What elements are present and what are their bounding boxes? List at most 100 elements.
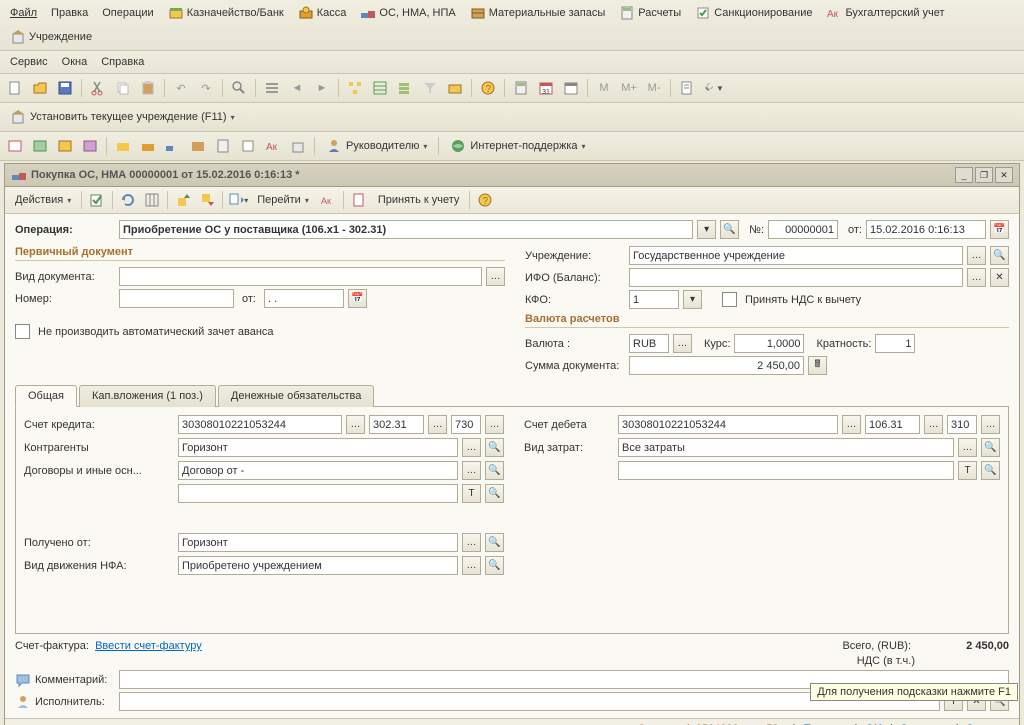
received-input[interactable]: Горизонт [178, 533, 458, 552]
paste-icon[interactable] [137, 77, 159, 99]
dt-up-icon[interactable] [172, 189, 194, 211]
doc-type-select-btn[interactable]: … [486, 267, 505, 286]
t3-5[interactable] [112, 135, 134, 157]
nfa-btn[interactable]: … [462, 556, 481, 575]
tree-icon[interactable] [344, 77, 366, 99]
cut-icon[interactable] [87, 77, 109, 99]
menu-sanction[interactable]: Санкционирование [689, 2, 818, 24]
menu-file[interactable]: Файл [4, 4, 43, 22]
t3-9[interactable] [212, 135, 234, 157]
menu-ops[interactable]: Операции [96, 4, 159, 22]
nfa-search-btn[interactable]: 🔍 [485, 556, 504, 575]
debit-code-input[interactable]: 310 [947, 415, 977, 434]
nfa-input[interactable]: Приобретено учреждением [178, 556, 458, 575]
save-icon[interactable] [54, 77, 76, 99]
close-btn[interactable]: ✕ [995, 167, 1013, 183]
kfo-dd-btn[interactable]: ▾ [683, 290, 702, 309]
minimize-btn[interactable]: _ [955, 167, 973, 183]
find-icon[interactable] [228, 77, 250, 99]
credit-code-input[interactable]: 730 [451, 415, 481, 434]
t3-10[interactable] [237, 135, 259, 157]
credit-sub-btn[interactable]: … [428, 415, 447, 434]
extra2-input[interactable] [618, 461, 954, 480]
menu-windows[interactable]: Окна [56, 53, 94, 71]
menu-inventory[interactable]: Материальные запасы [464, 2, 612, 24]
rate-input[interactable]: 1,0000 [734, 334, 804, 353]
inst-select-btn[interactable]: … [967, 246, 986, 265]
wrench-icon[interactable]: ▼ [701, 77, 723, 99]
operation-input[interactable]: Приобретение ОС у поставщика (106.x1 - 3… [119, 220, 693, 239]
actions-dd[interactable]: Действия▾ [9, 189, 77, 211]
dt-down-icon[interactable] [196, 189, 218, 211]
t3-11[interactable]: Aк [262, 135, 284, 157]
docsum-input[interactable]: 2 450,00 [629, 356, 804, 375]
dt-doc-icon[interactable] [348, 189, 370, 211]
debit-acc-input[interactable]: 30308010221053244 [618, 415, 838, 434]
t3-12[interactable] [287, 135, 309, 157]
dt-post-icon[interactable] [86, 189, 108, 211]
contracts-input[interactable]: Договор от - [178, 461, 458, 480]
date-icon[interactable]: 31 [535, 77, 557, 99]
calc-icon[interactable] [510, 77, 532, 99]
cost-input[interactable]: Все затраты [618, 438, 954, 457]
menu-inst[interactable]: Учреждение [4, 26, 98, 48]
tab-common[interactable]: Общая [15, 385, 77, 407]
accept-btn[interactable]: Принять к учету [372, 189, 466, 211]
folder2-icon[interactable] [444, 77, 466, 99]
menu-os[interactable]: ОС, НМА, НПА [354, 2, 461, 24]
goto-dd[interactable]: Перейти▾ [251, 189, 315, 211]
grid-icon[interactable] [369, 77, 391, 99]
menu-acc[interactable]: AкБухгалтерский учет [820, 2, 950, 24]
t3-7[interactable] [162, 135, 184, 157]
curr-select-btn[interactable]: … [673, 334, 692, 353]
tab-cap[interactable]: Кап.вложения (1 поз.) [79, 385, 216, 407]
inst-input[interactable]: Государственное учреждение [629, 246, 963, 265]
debit-sub-input[interactable]: 106.31 [865, 415, 920, 434]
new-doc-icon[interactable] [4, 77, 26, 99]
extra1-search-btn[interactable]: 🔍 [485, 484, 504, 503]
t3-3[interactable] [54, 135, 76, 157]
docsum-calc-btn[interactable]: 🖩 [808, 356, 827, 375]
m-btn[interactable]: M [593, 77, 615, 99]
list-icon[interactable] [261, 77, 283, 99]
credit-acc-btn[interactable]: … [346, 415, 365, 434]
inst-search-btn[interactable]: 🔍 [990, 246, 1009, 265]
ifo-select-btn[interactable]: … [967, 268, 986, 287]
menu-treasury[interactable]: Казначейство/Банк [162, 2, 290, 24]
no-auto-checkbox[interactable] [15, 324, 30, 339]
m-minus-btn[interactable]: M- [643, 77, 665, 99]
operation-dd-btn[interactable]: ▾ [697, 220, 716, 239]
ifo-clear-btn[interactable]: ✕ [990, 268, 1009, 287]
dt-ak-icon[interactable]: Aк [317, 189, 339, 211]
doc-icon[interactable] [676, 77, 698, 99]
maximize-btn[interactable]: ❐ [975, 167, 993, 183]
credit-sub-input[interactable]: 302.31 [369, 415, 424, 434]
menu-cash[interactable]: Касса [292, 2, 353, 24]
dt-help-icon[interactable]: ? [474, 189, 496, 211]
date2-picker-btn[interactable]: 📅 [348, 289, 367, 308]
debit-sub-btn[interactable]: … [924, 415, 943, 434]
open-icon[interactable] [29, 77, 51, 99]
menu-calc[interactable]: Расчеты [613, 2, 687, 24]
t3-4[interactable] [79, 135, 101, 157]
forward-icon[interactable]: ► [311, 77, 333, 99]
contragent-input[interactable]: Горизонт [178, 438, 458, 457]
date2-input[interactable]: . . [264, 289, 344, 308]
t3-1[interactable] [4, 135, 26, 157]
doc-type-input[interactable] [119, 267, 482, 286]
extra2-search-btn[interactable]: 🔍 [981, 461, 1000, 480]
manager-dd[interactable]: Руководителю▾ [320, 135, 433, 157]
m-plus-btn[interactable]: M+ [618, 77, 640, 99]
help-icon[interactable]: ? [477, 77, 499, 99]
date-picker-btn[interactable]: 📅 [990, 220, 1009, 239]
credit-acc-input[interactable]: 30308010221053244 [178, 415, 342, 434]
t3-8[interactable] [187, 135, 209, 157]
credit-code-btn[interactable]: … [485, 415, 504, 434]
back-icon[interactable]: ◄ [286, 77, 308, 99]
kfo-input[interactable]: 1 [629, 290, 679, 309]
copy-icon[interactable] [112, 77, 134, 99]
extra1-t-btn[interactable]: T [462, 484, 481, 503]
tab-money[interactable]: Денежные обязательства [218, 385, 374, 407]
menu-edit[interactable]: Правка [45, 4, 94, 22]
extra2-t-btn[interactable]: T [958, 461, 977, 480]
